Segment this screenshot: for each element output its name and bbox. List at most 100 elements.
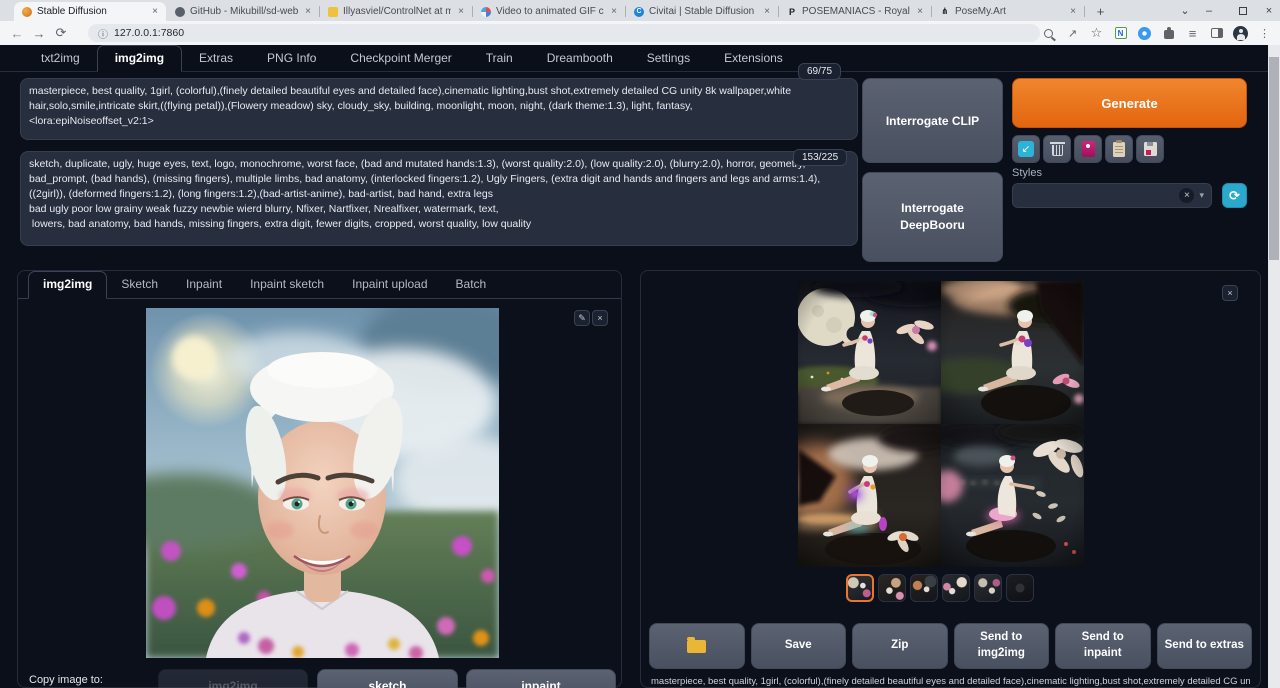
- browser-tab-civitai[interactable]: C Civitai | Stable Diffusion models ×: [626, 2, 778, 21]
- site-info-icon[interactable]: ⓘ: [98, 26, 108, 41]
- edit-image-button[interactable]: ✎: [574, 310, 590, 326]
- send-to-extras-button[interactable]: Send to extras: [1157, 623, 1253, 669]
- tab-close-icon[interactable]: ×: [456, 6, 466, 17]
- scrollbar-thumb[interactable]: [1269, 57, 1279, 260]
- send-to-img2img-button[interactable]: Send to img2img: [954, 623, 1050, 669]
- result-image-grid[interactable]: [798, 281, 1084, 567]
- copy-to-inpaint-button[interactable]: inpaint: [466, 669, 616, 688]
- extensions-puzzle-icon[interactable]: [1161, 26, 1176, 41]
- profile-avatar[interactable]: [1233, 26, 1248, 41]
- extension-n-icon[interactable]: N: [1113, 26, 1128, 41]
- zoom-icon[interactable]: [1041, 26, 1056, 41]
- back-icon[interactable]: ←: [6, 26, 28, 41]
- browser-menu-icon[interactable]: ⋮: [1257, 26, 1272, 41]
- result-image-2[interactable]: [941, 281, 1084, 424]
- floppy-save-icon: [1144, 142, 1157, 156]
- magnifier-glyph: [1044, 29, 1053, 38]
- tab-separator: [1084, 6, 1085, 17]
- address-bar[interactable]: ⓘ 127.0.0.1:7860: [88, 24, 1040, 42]
- tab-dreambooth[interactable]: Dreambooth: [530, 46, 630, 71]
- remove-image-button[interactable]: ×: [592, 310, 608, 326]
- subtab-inpaint[interactable]: Inpaint: [172, 272, 236, 298]
- styles-dropdown[interactable]: × ▾: [1012, 183, 1212, 208]
- generate-button[interactable]: Generate: [1012, 78, 1247, 128]
- reading-list-icon[interactable]: ≡: [1185, 26, 1200, 41]
- tab-extensions[interactable]: Extensions: [707, 46, 800, 71]
- save-style-button[interactable]: [1136, 135, 1164, 163]
- window-maximize-button[interactable]: [1230, 0, 1256, 21]
- chevron-down-icon[interactable]: ▾: [1199, 190, 1204, 201]
- thumbnail-5[interactable]: [974, 574, 1002, 602]
- window-minimize-button[interactable]: –: [1196, 0, 1222, 21]
- extension-blue-icon[interactable]: [1137, 26, 1152, 41]
- browser-tab-gif-converter[interactable]: Video to animated GIF converter ×: [473, 2, 625, 21]
- thumbnail-2[interactable]: [878, 574, 906, 602]
- subtab-inpaint-sketch[interactable]: Inpaint sketch: [236, 272, 338, 298]
- tab-png-info[interactable]: PNG Info: [250, 46, 333, 71]
- gallery-thumbnails: [846, 574, 1034, 602]
- subtab-inpaint-upload[interactable]: Inpaint upload: [338, 272, 441, 298]
- side-panel-icon[interactable]: [1209, 26, 1224, 41]
- gallery-close-button[interactable]: ×: [1222, 285, 1238, 301]
- page-scrollbar[interactable]: [1268, 45, 1280, 688]
- reload-icon[interactable]: ⟳: [50, 25, 72, 41]
- browser-tab-controlnet[interactable]: Illyasviel/ControlNet at main ×: [320, 2, 472, 21]
- tab-close-icon[interactable]: ×: [303, 6, 313, 17]
- result-image-3[interactable]: [798, 424, 941, 567]
- tab-checkpoint-merger[interactable]: Checkpoint Merger: [333, 46, 468, 71]
- paste-generation-params-button[interactable]: ↙: [1012, 135, 1040, 163]
- tab-txt2img[interactable]: txt2img: [24, 46, 97, 71]
- thumbnail-3[interactable]: [910, 574, 938, 602]
- result-image-1[interactable]: [798, 281, 941, 424]
- apply-style-button[interactable]: [1105, 135, 1133, 163]
- subtab-sketch[interactable]: Sketch: [107, 272, 172, 298]
- new-tab-button[interactable]: +: [1092, 3, 1109, 20]
- share-icon[interactable]: ↗: [1065, 26, 1080, 41]
- blue-circle-glyph: [1138, 27, 1151, 40]
- styles-refresh-button[interactable]: ⟳: [1222, 183, 1247, 208]
- url-text: 127.0.0.1:7860: [114, 27, 184, 39]
- copy-image-label: Copy image to:: [29, 674, 103, 686]
- subtab-batch[interactable]: Batch: [442, 272, 501, 298]
- bookmark-star-icon[interactable]: ☆: [1089, 26, 1104, 41]
- card-icon: [1082, 141, 1095, 157]
- clear-prompt-button[interactable]: [1043, 135, 1071, 163]
- tab-close-icon[interactable]: ×: [150, 6, 160, 17]
- tab-extras[interactable]: Extras: [182, 46, 250, 71]
- tab-close-icon[interactable]: ×: [762, 6, 772, 17]
- tab-settings[interactable]: Settings: [630, 46, 707, 71]
- save-button[interactable]: Save: [751, 623, 847, 669]
- result-image-4[interactable]: [941, 424, 1084, 567]
- forward-icon[interactable]: →: [28, 26, 50, 41]
- browser-tab-stable-diffusion[interactable]: Stable Diffusion ×: [14, 2, 166, 21]
- tab-train[interactable]: Train: [469, 46, 530, 71]
- tab-search-icon[interactable]: ⌄: [1176, 0, 1194, 21]
- window-close-button[interactable]: ×: [1258, 0, 1280, 21]
- prompt-token-counter: 69/75: [798, 63, 841, 80]
- tab-close-icon[interactable]: ×: [609, 6, 619, 17]
- tab-close-icon[interactable]: ×: [915, 6, 925, 17]
- subtab-img2img[interactable]: img2img: [28, 271, 107, 299]
- thumbnail-1[interactable]: [846, 574, 874, 602]
- uploaded-source-image[interactable]: [146, 308, 499, 658]
- styles-clear-icon[interactable]: ×: [1179, 188, 1194, 203]
- send-to-inpaint-button[interactable]: Send to inpaint: [1055, 623, 1151, 669]
- extra-networks-button[interactable]: [1074, 135, 1102, 163]
- negative-prompt-input[interactable]: sketch, duplicate, ugly, huge eyes, text…: [20, 151, 858, 246]
- browser-tab-posemaniacs[interactable]: P POSEMANIACS - Royalty free 3 ×: [779, 2, 931, 21]
- tab-close-icon[interactable]: ×: [1068, 6, 1078, 17]
- tab-img2img[interactable]: img2img: [97, 45, 182, 72]
- tab-title: Stable Diffusion: [37, 6, 145, 17]
- interrogate-deepbooru-button[interactable]: Interrogate DeepBooru: [862, 172, 1003, 262]
- thumbnail-4[interactable]: [942, 574, 970, 602]
- prompt-input[interactable]: masterpiece, best quality, 1girl, (color…: [20, 78, 858, 140]
- img2img-source-panel: img2img Sketch Inpaint Inpaint sketch In…: [17, 270, 622, 688]
- open-folder-button[interactable]: [649, 623, 745, 669]
- browser-tab-github[interactable]: GitHub - Mikubill/sd-webui-co ×: [167, 2, 319, 21]
- civitai-favicon: C: [634, 7, 644, 17]
- copy-to-sketch-button[interactable]: sketch: [317, 669, 458, 688]
- browser-tab-posemyart[interactable]: ⋔ PoseMy.Art ×: [932, 2, 1084, 21]
- interrogate-clip-button[interactable]: Interrogate CLIP: [862, 78, 1003, 163]
- zip-button[interactable]: Zip: [852, 623, 948, 669]
- thumbnail-6[interactable]: [1006, 574, 1034, 602]
